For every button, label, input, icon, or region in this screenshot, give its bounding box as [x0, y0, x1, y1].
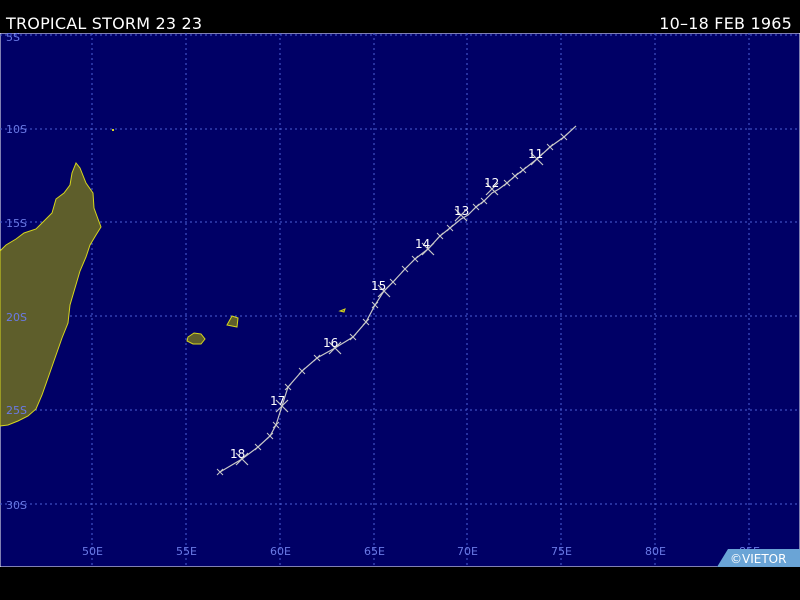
lat-label-10s: 10S	[6, 123, 27, 136]
lat-label-25s: 25S	[6, 404, 27, 417]
small-island	[112, 129, 114, 131]
storm-track-map[interactable]: 5S 10S 15S 20S 25S 30S 50E 55E 60E 65E 7…	[0, 33, 800, 567]
day-label-14: 14	[415, 237, 430, 251]
lon-label-75e: 75E	[551, 545, 572, 558]
ocean-background	[0, 33, 800, 567]
lat-label-5s: 5S	[6, 33, 20, 44]
day-label-13: 13	[454, 204, 469, 218]
lon-label-80e: 80E	[645, 545, 666, 558]
day-label-17: 17	[270, 394, 285, 408]
storm-title: TROPICAL STORM 23 23	[6, 14, 203, 33]
lat-label-20s: 20S	[6, 311, 27, 324]
day-label-16: 16	[323, 336, 338, 350]
credit-label: ©VIETOR	[730, 552, 786, 566]
lon-label-70e: 70E	[457, 545, 478, 558]
storm-dates: 10–18 FEB 1965	[659, 14, 792, 33]
map-header: TROPICAL STORM 23 23 10–18 FEB 1965	[0, 0, 800, 34]
lon-label-50e: 50E	[82, 545, 103, 558]
lon-label-55e: 55E	[176, 545, 197, 558]
lat-label-15s: 15S	[6, 217, 27, 230]
footer-bar	[0, 567, 800, 600]
lon-label-60e: 60E	[270, 545, 291, 558]
lat-label-30s: 30S	[6, 499, 27, 512]
day-label-12: 12	[484, 176, 499, 190]
day-label-18: 18	[230, 447, 245, 461]
day-label-15: 15	[371, 279, 386, 293]
lon-label-65e: 65E	[364, 545, 385, 558]
credit-badge: ©VIETOR	[717, 549, 800, 567]
day-label-11: 11	[528, 147, 543, 161]
